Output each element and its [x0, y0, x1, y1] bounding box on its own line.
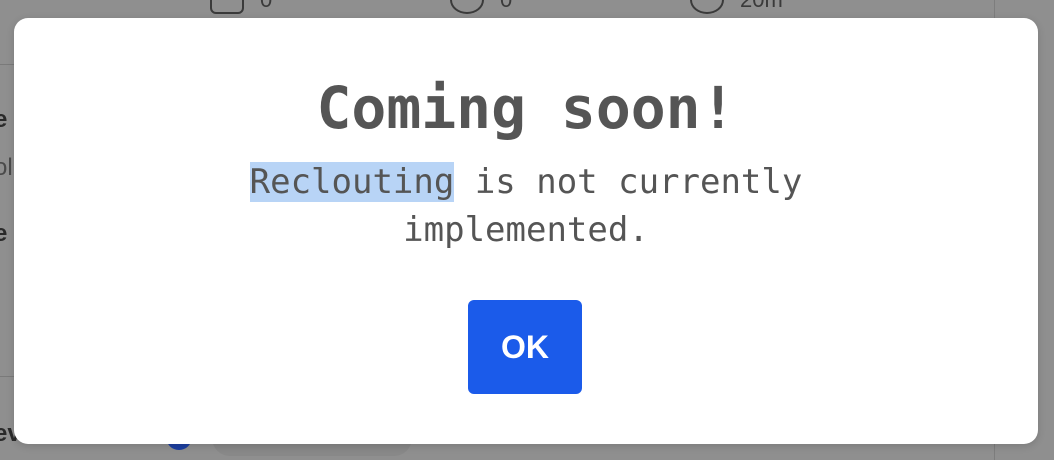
ok-button[interactable]: OK — [468, 300, 582, 394]
dialog-message: Reclouting is not currently implemented. — [226, 158, 826, 254]
background-fragment: e — [0, 106, 8, 133]
dialog-title: Coming soon! — [316, 74, 736, 142]
background-fragment: e — [0, 220, 8, 247]
time-label: 20m — [740, 0, 783, 13]
like-count: 0 — [500, 0, 512, 13]
heart-icon — [450, 0, 484, 14]
dialog-message-line1: is not currently — [454, 162, 803, 202]
background-like-stat: 0 — [450, 0, 512, 14]
selected-text: Reclouting — [249, 162, 455, 202]
repost-icon — [210, 0, 244, 14]
repost-count: 0 — [260, 0, 272, 13]
clock-icon — [690, 0, 724, 14]
dialog-message-line2: implemented. — [403, 210, 649, 250]
background-fragment: ol — [0, 154, 13, 181]
background-time-stat: 20m — [690, 0, 783, 14]
background-repost-stat: 0 — [210, 0, 272, 14]
coming-soon-dialog: Coming soon! Reclouting is not currently… — [14, 18, 1038, 444]
